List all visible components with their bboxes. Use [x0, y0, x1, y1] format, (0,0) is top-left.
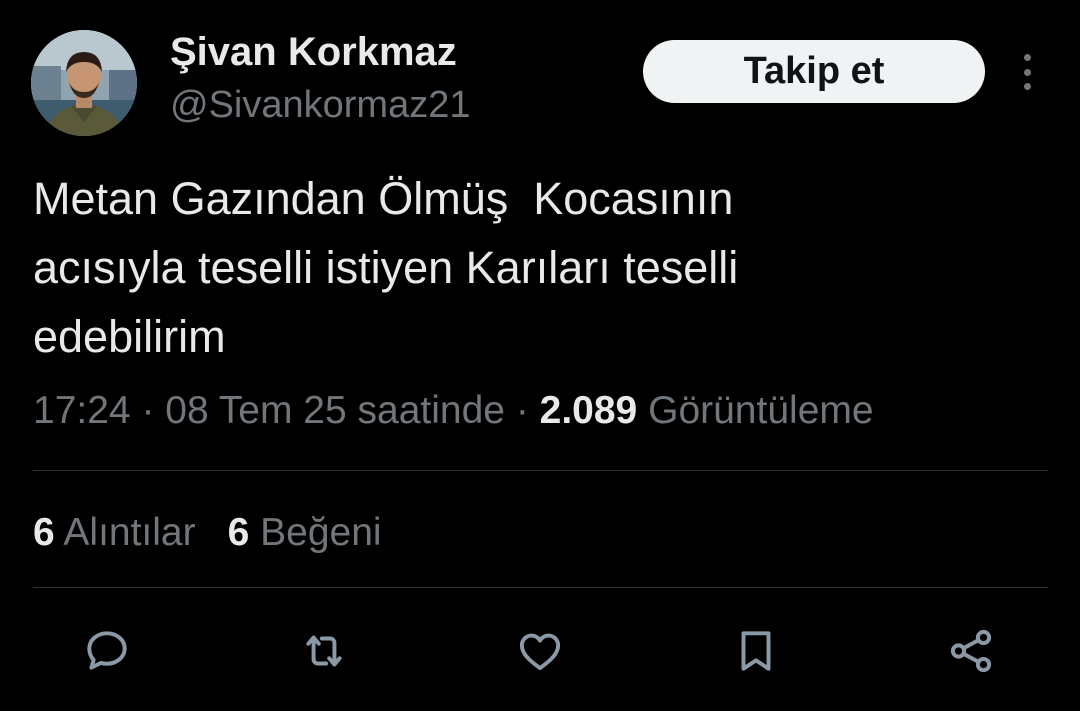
meta-separator: ·: [504, 389, 540, 432]
retweet-icon: [306, 635, 342, 667]
more-options-icon[interactable]: [1012, 50, 1042, 94]
likes-label: Beğeni: [260, 511, 382, 554]
likes-link[interactable]: 6 Beğeni: [228, 511, 382, 554]
reply-icon: [87, 631, 127, 670]
author-display-name[interactable]: Şivan Korkmaz: [170, 28, 457, 76]
quotes-label: Alıntılar: [63, 511, 196, 554]
quotes-link[interactable]: 6 Alıntılar: [33, 511, 196, 554]
bookmark-icon: [741, 631, 771, 671]
more-dot: [1023, 83, 1031, 90]
share-icon: [950, 629, 992, 673]
meta-separator: ·: [130, 389, 166, 432]
likes-count: 6: [227, 511, 250, 554]
share-button[interactable]: [946, 626, 996, 676]
follow-button[interactable]: Takip et: [643, 40, 985, 103]
tweet-stats: 6 Alıntılar 6 Beğeni: [33, 508, 382, 558]
views-label: Görüntüleme: [648, 389, 874, 432]
like-icon: [519, 633, 561, 671]
divider: [33, 470, 1048, 471]
more-dot: [1023, 68, 1031, 76]
divider: [33, 587, 1048, 588]
author-handle[interactable]: @Sivankormaz21: [170, 82, 470, 128]
reply-button[interactable]: [82, 626, 132, 676]
avatar-photo: [31, 30, 137, 136]
avatar[interactable]: [31, 30, 137, 136]
tweet-time[interactable]: 17:24: [33, 389, 131, 432]
tweet-date[interactable]: 08 Tem 25 saatinde: [165, 389, 505, 432]
bookmark-button[interactable]: [731, 626, 781, 676]
tweet-text: Metan Gazından Ölmüş Kocasının acısıyla …: [33, 173, 739, 362]
quotes-count: 6: [33, 511, 55, 554]
views-count: 2.089: [539, 389, 638, 432]
like-button[interactable]: [515, 626, 565, 676]
more-dot: [1023, 54, 1031, 61]
tweet-meta: 17:24 · 08 Tem 25 saatinde · 2.089 Görün…: [33, 386, 874, 436]
retweet-button[interactable]: [299, 626, 349, 676]
